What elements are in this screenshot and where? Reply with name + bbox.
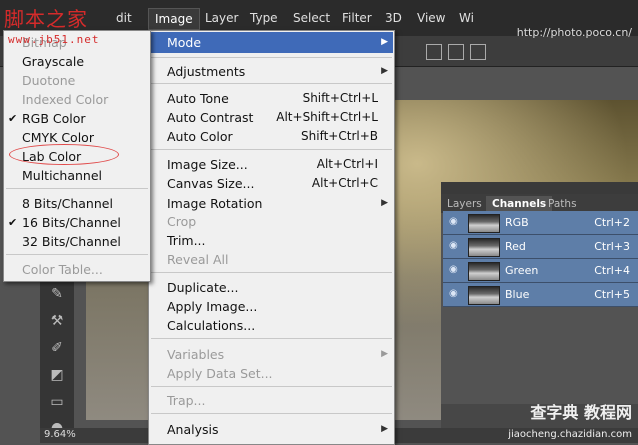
- menu-view[interactable]: View: [417, 11, 445, 25]
- menu-layer[interactable]: Layer: [205, 11, 238, 25]
- menu-item-trap: Trap...: [167, 393, 206, 408]
- watermark-url-left: www.jb51.net: [8, 33, 100, 46]
- channel-shortcut: Ctrl+5: [594, 288, 630, 301]
- align-right-icon[interactable]: [470, 44, 486, 60]
- submenu-arrow-icon: ▶: [381, 424, 388, 434]
- shortcut-image-size: Alt+Ctrl+I: [316, 157, 378, 171]
- mode-submenu: Bitmap Grayscale Duotone Indexed Color ✔…: [3, 30, 151, 282]
- menu-item-calculations[interactable]: Calculations...: [167, 318, 255, 333]
- annotation-circle: [9, 144, 119, 165]
- mode-item-16-bits[interactable]: 16 Bits/Channel: [22, 215, 121, 230]
- menu-separator: [6, 254, 148, 255]
- menu-separator: [6, 188, 148, 189]
- zoom-level[interactable]: 9.64%: [44, 429, 76, 440]
- menu-item-duplicate[interactable]: Duplicate...: [167, 280, 238, 295]
- clone-stamp-tool-icon[interactable]: ⚒: [48, 313, 66, 329]
- mode-item-color-table: Color Table...: [22, 262, 103, 277]
- checkmark-icon: ✔: [8, 112, 18, 125]
- eye-icon[interactable]: ◉: [449, 265, 459, 275]
- submenu-arrow-icon: ▶: [381, 198, 388, 208]
- align-left-icon[interactable]: [426, 44, 442, 60]
- watermark-bottom-right-url: jiaocheng.chazidian.com: [508, 429, 632, 440]
- mode-item-cmyk-color[interactable]: CMYK Color: [22, 130, 94, 145]
- channel-shortcut: Ctrl+2: [594, 216, 630, 229]
- channel-row-blue[interactable]: ◉ Blue Ctrl+5: [443, 283, 638, 307]
- menu-item-mode[interactable]: Mode: [167, 35, 201, 50]
- submenu-arrow-icon: ▶: [381, 349, 388, 359]
- channel-name: Red: [505, 240, 526, 253]
- channel-row-red[interactable]: ◉ Red Ctrl+3: [443, 235, 638, 259]
- channel-name: Green: [505, 264, 539, 277]
- menu-separator: [151, 57, 392, 58]
- menu-separator: [151, 83, 392, 84]
- gradient-tool-icon[interactable]: ▭: [48, 394, 66, 410]
- watermark-bottom-right: 查字典 教程网: [530, 403, 632, 422]
- channel-thumbnail: [468, 286, 500, 305]
- channel-thumbnail: [468, 214, 500, 233]
- eye-icon[interactable]: ◉: [449, 289, 459, 299]
- mode-item-32-bits[interactable]: 32 Bits/Channel: [22, 234, 121, 249]
- menu-separator: [151, 272, 392, 273]
- shortcut-canvas-size: Alt+Ctrl+C: [311, 176, 378, 190]
- menu-item-apply-image[interactable]: Apply Image...: [167, 299, 257, 314]
- shortcut-auto-color: Shift+Ctrl+B: [301, 129, 378, 143]
- menu-item-adjustments[interactable]: Adjustments: [167, 64, 245, 79]
- panel-header: [441, 182, 638, 194]
- channel-thumbnail: [468, 262, 500, 281]
- channels-panel: Layers Channels Paths ◉ RGB Ctrl+2 ◉ Red…: [441, 182, 638, 428]
- menu-item-image-size[interactable]: Image Size...: [167, 157, 248, 172]
- brush-tool-icon[interactable]: ✎: [48, 286, 66, 302]
- menu-item-auto-contrast[interactable]: Auto Contrast: [167, 110, 253, 125]
- menu-separator: [151, 338, 392, 339]
- channel-name: Blue: [505, 288, 530, 301]
- submenu-arrow-icon: ▶: [381, 37, 388, 47]
- menu-item-canvas-size[interactable]: Canvas Size...: [167, 176, 254, 191]
- menu-item-auto-tone[interactable]: Auto Tone: [167, 91, 229, 106]
- menu-filter[interactable]: Filter: [342, 11, 372, 25]
- menu-image[interactable]: Image: [148, 8, 200, 30]
- mode-item-grayscale[interactable]: Grayscale: [22, 54, 84, 69]
- channel-shortcut: Ctrl+4: [594, 264, 630, 277]
- align-center-icon[interactable]: [448, 44, 464, 60]
- mode-item-8-bits[interactable]: 8 Bits/Channel: [22, 196, 113, 211]
- menu-item-auto-color[interactable]: Auto Color: [167, 129, 233, 144]
- mode-item-duotone: Duotone: [22, 73, 76, 88]
- eye-icon[interactable]: ◉: [449, 241, 459, 251]
- mode-item-indexed-color: Indexed Color: [22, 92, 109, 107]
- submenu-arrow-icon: ▶: [381, 66, 388, 76]
- menu-item-trim[interactable]: Trim...: [167, 233, 206, 248]
- shortcut-auto-tone: Shift+Ctrl+L: [302, 91, 378, 105]
- menu-type[interactable]: Type: [250, 11, 278, 25]
- menu-separator: [151, 149, 392, 150]
- menu-item-apply-data-set: Apply Data Set...: [167, 366, 273, 381]
- menu-item-reveal-all: Reveal All: [167, 252, 229, 267]
- channel-shortcut: Ctrl+3: [594, 240, 630, 253]
- menu-window-partial[interactable]: Wi: [459, 11, 474, 25]
- menu-select[interactable]: Select: [293, 11, 330, 25]
- menu-item-image-rotation[interactable]: Image Rotation: [167, 196, 262, 211]
- menu-separator: [151, 413, 392, 414]
- mode-item-rgb-color[interactable]: RGB Color: [22, 111, 86, 126]
- menu-item-analysis[interactable]: Analysis: [167, 422, 219, 437]
- menu-item-crop: Crop: [167, 214, 197, 229]
- channel-thumbnail: [468, 238, 500, 257]
- shortcut-auto-contrast: Alt+Shift+Ctrl+L: [276, 110, 378, 124]
- eraser-tool-icon[interactable]: ◩: [48, 367, 66, 383]
- channel-row-green[interactable]: ◉ Green Ctrl+4: [443, 259, 638, 283]
- menu-item-variables: Variables: [167, 347, 225, 362]
- history-brush-tool-icon[interactable]: ✐: [48, 340, 66, 356]
- menu-separator: [151, 386, 392, 387]
- checkmark-icon: ✔: [8, 216, 18, 229]
- menu-3d[interactable]: 3D: [385, 11, 402, 25]
- eye-icon[interactable]: ◉: [449, 217, 459, 227]
- channel-row-rgb[interactable]: ◉ RGB Ctrl+2: [443, 211, 638, 235]
- menu-edit-partial[interactable]: dit: [116, 11, 132, 25]
- channel-name: RGB: [505, 216, 529, 229]
- watermark-top-right-url: http://photo.poco.cn/: [516, 26, 632, 39]
- image-menu: Mode ▶ Adjustments ▶ Auto Tone Shift+Ctr…: [148, 30, 395, 445]
- mode-item-multichannel[interactable]: Multichannel: [22, 168, 102, 183]
- watermark-top-left: 脚本之家: [4, 7, 88, 31]
